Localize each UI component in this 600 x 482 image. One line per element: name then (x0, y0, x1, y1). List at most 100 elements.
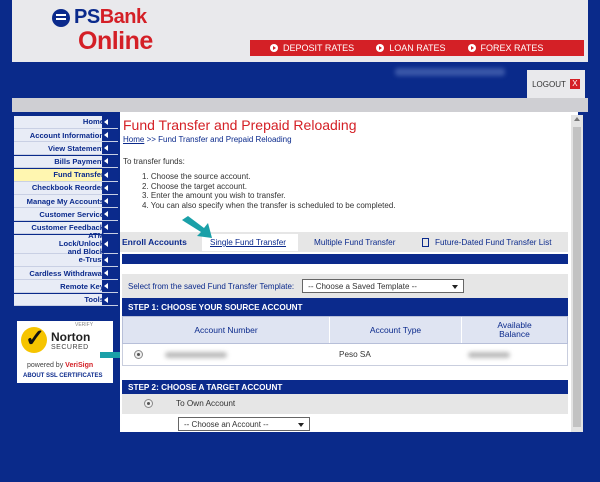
chevron-left-icon (102, 168, 118, 181)
chevron-left-icon (102, 195, 118, 207)
norton-secured: SECURED (51, 344, 89, 351)
sidebar-item-account-information[interactable]: Account Information (14, 129, 118, 142)
tab-multiple-fund-transfer[interactable]: Multiple Fund Transfer (306, 234, 406, 251)
checkmark-icon (21, 324, 47, 353)
col-account-type: Account Type (329, 317, 461, 343)
table-row[interactable]: Peso SA (122, 344, 568, 366)
close-icon: X (569, 79, 580, 89)
tab-label: Future-Dated Fund Transfer List (435, 238, 552, 247)
col-account-number: Account Number (194, 324, 258, 335)
chevron-left-icon (102, 293, 118, 306)
instruction-step: 2. Choose the target account. (142, 181, 247, 191)
chevron-left-icon (102, 234, 118, 253)
play-icon (467, 44, 476, 52)
logo-psbank-text: PSBank (74, 6, 147, 28)
instructions-list: 1. Choose the source account. 2. Choose … (142, 172, 396, 210)
verisign-text: VeriSign (65, 362, 94, 369)
tab-label: Single Fund Transfer (210, 238, 287, 247)
sidebar-item-tools[interactable]: Tools (14, 293, 118, 307)
deposit-rates-link[interactable]: DEPOSIT RATES (270, 43, 354, 53)
forex-rates-link[interactable]: FOREX RATES (467, 43, 544, 53)
breadcrumb-home-link[interactable]: Home (123, 135, 144, 144)
norton-powered-by: powered by VeriSign (27, 362, 93, 369)
forex-rates-label: FOREX RATES (480, 43, 544, 53)
chevron-left-icon (102, 129, 118, 141)
chevron-left-icon (102, 155, 118, 168)
balance-redacted (468, 352, 510, 358)
select-value: -- Choose an Account -- (184, 419, 269, 429)
tab-label: Multiple Fund Transfer (314, 238, 396, 247)
norton-verify-text: VERIFY (75, 322, 94, 328)
saved-template-select[interactable]: -- Choose a Saved Template -- (302, 279, 465, 293)
ssl-certificates-link[interactable]: ABOUT SSL CERTIFICATES (23, 373, 102, 379)
accounts-table-header: Account Number Account Type Available Ba… (122, 316, 568, 344)
loan-rates-label: LOAN RATES (389, 43, 446, 53)
sidebar-item-atm-lock[interactable]: ATM Lock/Unlock and Block (14, 231, 118, 255)
sidebar-item-home[interactable]: Home (14, 116, 118, 129)
sidebar-item-view-statement[interactable]: View Statement (14, 142, 118, 156)
annotation-arrow-icon (182, 216, 212, 238)
play-icon (270, 44, 278, 52)
instruction-step: 4. You can also specify when the transfe… (142, 200, 396, 210)
sidebar-item-fund-transfer[interactable]: Fund Transfer (14, 168, 118, 182)
template-label: Select from the saved Fund Transfer Temp… (128, 281, 295, 291)
account-number-redacted (165, 352, 227, 358)
instruction-step: 3. Enter the amount you wish to transfer… (142, 191, 286, 201)
sidebar-item-customer-service[interactable]: Customer Service (14, 208, 118, 222)
own-account-option[interactable]: To Own Account (122, 394, 568, 414)
powered-by-text: powered by (27, 362, 64, 369)
sidebar-nav: Home Account Information View Statement … (14, 116, 118, 307)
chevron-left-icon (102, 181, 118, 194)
loan-rates-link[interactable]: LOAN RATES (376, 43, 446, 53)
breadcrumb-current: >> Fund Transfer and Prepaid Reloading (144, 135, 292, 144)
select-value: -- Choose a Saved Template -- (308, 281, 417, 291)
chevron-down-icon (452, 285, 459, 289)
breadcrumb: Home >> Fund Transfer and Prepaid Reload… (123, 135, 292, 144)
sidebar-item-checkbook-reorder[interactable]: Checkbook Reorder (14, 181, 118, 195)
chevron-left-icon (102, 116, 118, 128)
own-account-radio[interactable] (144, 399, 153, 408)
page-title: Fund Transfer and Prepaid Reloading (123, 117, 357, 133)
logout-label: LOGOUT (532, 79, 566, 89)
logout-button[interactable]: LOGOUT X (527, 70, 585, 98)
chevron-left-icon (102, 280, 118, 293)
psbank-logo-mark-icon (52, 9, 70, 27)
sidebar-item-e-trust[interactable]: e-Trust (14, 254, 118, 267)
chevron-left-icon (102, 267, 118, 280)
deposit-rates-label: DEPOSIT RATES (283, 43, 355, 53)
psbank-logo[interactable]: PSBank Online (52, 4, 212, 58)
chevron-left-icon (102, 142, 118, 155)
norton-seal[interactable]: VERIFY Norton SECURED powered by VeriSig… (17, 321, 113, 383)
sidebar-item-bills-payment[interactable]: Bills Payment (14, 155, 118, 169)
sidebar-item-cardless-withdrawal[interactable]: Cardless Withdrawal (14, 267, 118, 281)
section-divider (122, 254, 568, 264)
vertical-scrollbar[interactable] (571, 115, 583, 432)
col-available-balance: Available Balance (461, 317, 567, 343)
main-content: Fund Transfer and Prepaid Reloading Home… (120, 112, 578, 432)
instruction-step: 1. Choose the source account. (142, 172, 251, 181)
source-account-radio[interactable] (134, 350, 143, 359)
intro-text: To transfer funds: (123, 157, 185, 166)
user-greeting-redacted (395, 68, 505, 76)
chevron-left-icon (102, 254, 118, 266)
norton-name: Norton (51, 330, 91, 344)
play-icon (376, 44, 385, 52)
step2-header: STEP 2: CHOOSE A TARGET ACCOUNT (122, 380, 568, 394)
logo-online-text: Online (78, 27, 153, 55)
divider-band (12, 98, 588, 112)
tab-future-dated-list[interactable]: Future-Dated Fund Transfer List (414, 234, 566, 251)
scrollbar-thumb[interactable] (573, 127, 581, 427)
scroll-up-icon[interactable] (574, 117, 580, 121)
target-account-select[interactable]: -- Choose an Account -- (178, 417, 310, 431)
tab-enroll-accounts[interactable]: Enroll Accounts (122, 237, 187, 247)
sidebar-item-manage-my-accounts[interactable]: Manage My Accounts (14, 195, 118, 208)
rates-bar: DEPOSIT RATES LOAN RATES FOREX RATES (250, 40, 584, 56)
tab-single-fund-transfer[interactable]: Single Fund Transfer (202, 234, 298, 251)
account-type-value: Peso SA (339, 350, 371, 359)
document-icon (422, 238, 429, 247)
own-account-label: To Own Account (176, 399, 236, 408)
chevron-down-icon (298, 423, 304, 427)
sidebar-item-remote-key[interactable]: Remote Key (14, 280, 118, 294)
step1-header: STEP 1: CHOOSE YOUR SOURCE ACCOUNT (122, 298, 568, 316)
template-selector-row: Select from the saved Fund Transfer Temp… (122, 274, 568, 298)
